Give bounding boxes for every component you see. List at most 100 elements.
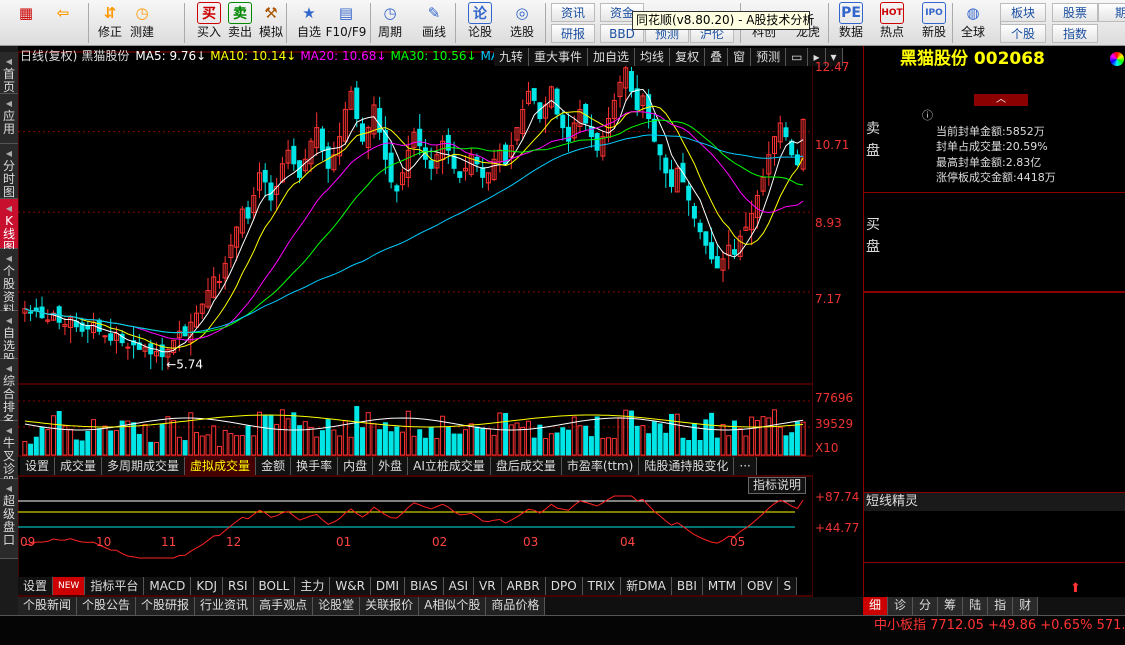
volume-tab[interactable]: 金额 [256, 457, 292, 475]
volume-tab[interactable]: 设置 [20, 457, 56, 475]
indicator-tab[interactable]: BIAS [405, 577, 444, 595]
toolbar-small-button[interactable]: 指数 [1052, 24, 1098, 43]
indicator-tab[interactable]: KDJ [191, 577, 223, 595]
volume-tab[interactable]: 盘后成交量 [490, 457, 562, 475]
toolbar-small-button[interactable]: 研报 [551, 24, 595, 43]
indicator-tab[interactable]: NEW [53, 577, 86, 595]
indicator-tab[interactable]: W&R [330, 577, 371, 595]
left-tab-0[interactable]: ◀ 首页 [0, 52, 18, 94]
left-tab-1[interactable]: ◀ 应用 [0, 94, 18, 144]
toolbar-stock-pick-button[interactable]: ◎ 选股 [504, 2, 540, 44]
short-elf-title[interactable]: 短线精灵 [864, 493, 1125, 511]
left-tab-5[interactable]: ◀自选股 [0, 311, 18, 366]
chart-top-tab[interactable]: 九转 [494, 48, 530, 66]
volume-tab[interactable]: 成交量 [55, 457, 103, 475]
info-tab[interactable]: 行业资讯 [195, 597, 255, 615]
indicator-tab[interactable]: 新DMA [621, 577, 672, 595]
toolbar-small-button[interactable]: 股票 [1052, 3, 1098, 22]
indicator-tab[interactable]: DMI [370, 577, 406, 595]
chart-top-tab[interactable]: 复权 [670, 48, 706, 66]
info-tab[interactable]: 商品价格 [486, 597, 546, 615]
right-panel-tab[interactable]: 财 [1013, 597, 1039, 615]
chart-top-tab[interactable]: 预测 [751, 48, 787, 66]
toolbar-small-button[interactable]: 板块 [1000, 3, 1046, 22]
indicator-tab[interactable]: OBV [741, 577, 779, 595]
volume-tab[interactable]: 市盈率(ttm) [561, 457, 640, 475]
indicator-tab[interactable]: MTM [702, 577, 742, 595]
toolbar-small-button[interactable]: 期 [1098, 3, 1125, 22]
toolbar-small-button[interactable]: 资讯 [551, 3, 595, 22]
toolbar-star-button[interactable]: ★ 自选 [291, 2, 327, 44]
toolbar-cycle-button[interactable]: ◷ 周期 [372, 2, 408, 44]
color-wheel-icon[interactable] [1110, 52, 1124, 66]
chart-top-tab[interactable]: 加自选 [588, 48, 636, 66]
indicator-tab[interactable]: RSI [223, 577, 254, 595]
indicator-tab[interactable]: 设置 [18, 577, 54, 595]
volume-tab[interactable]: 外盘 [373, 457, 409, 475]
right-panel-tab[interactable]: 诊 [888, 597, 914, 615]
volume-tab[interactable]: ··· [734, 457, 757, 475]
index-quote[interactable] [2, 616, 52, 636]
info-tab[interactable]: 个股新闻 [18, 597, 78, 615]
indicator-tab[interactable]: BOLL [253, 577, 296, 595]
left-tab-7[interactable]: ◀牛叉诊股 [0, 421, 18, 489]
index-quote[interactable] [584, 616, 634, 636]
volume-tab[interactable]: AI立桩成交量 [408, 457, 491, 475]
sme-index-quote[interactable]: 中小板指 7712.05 +49.86 +0.65% 571.3亿 [874, 616, 1125, 636]
indicator-tab[interactable]: ARBR [501, 577, 546, 595]
volume-tab[interactable]: 多周期成交量 [102, 457, 186, 475]
right-panel-tab[interactable]: 筹 [938, 597, 964, 615]
lock-icon[interactable]: ▭ [786, 48, 809, 66]
expand-up-icon[interactable]: ︿ [974, 94, 1028, 106]
indicator-tab[interactable]: 主力 [295, 577, 331, 595]
left-tab-6[interactable]: ◀ 综合排名 [0, 359, 18, 427]
indicator-tab[interactable]: VR [474, 577, 502, 595]
toolbar-small-button[interactable]: 个股 [1000, 24, 1046, 43]
info-tab[interactable]: 个股研报 [136, 597, 196, 615]
info-tab[interactable]: A相似个股 [419, 597, 487, 615]
toolbar-pe-button[interactable]: PE 数据 [833, 2, 869, 44]
chart-top-tab[interactable]: 重大事件 [529, 48, 589, 66]
indicator-tab[interactable]: MACD [144, 577, 192, 595]
chart-canvas[interactable]: ← 12.12←5.74091011120102030405 [18, 46, 813, 615]
toolbar-forum-button[interactable]: 论论股 [462, 2, 498, 44]
indicator-tab[interactable]: DPO [545, 577, 583, 595]
chart-top-tab[interactable]: 均线 [635, 48, 671, 66]
toolbar-ipo-button[interactable]: IPO 新股 [916, 2, 952, 44]
left-tab-3[interactable]: ◀ K线图 [0, 199, 18, 254]
info-tab[interactable]: 高手观点 [254, 597, 314, 615]
toolbar-clock-button[interactable]: ◷ 测建 [124, 2, 160, 44]
info-tab[interactable]: 关联报价 [360, 597, 420, 615]
toolbar-grid-button[interactable]: ▦ [8, 2, 44, 44]
right-panel-tab[interactable]: 分 [913, 597, 939, 615]
left-tab-2[interactable]: ◀ 分时图 [0, 144, 18, 199]
left-tab-8[interactable]: ◀ 超级盘口 [0, 479, 18, 559]
volume-tab[interactable]: 换手率 [291, 457, 339, 475]
index-quote[interactable] [294, 616, 344, 636]
info-tab[interactable]: 论股堂 [313, 597, 361, 615]
indicator-tab[interactable]: TRIX [582, 577, 622, 595]
right-panel-tab[interactable]: 陆 [963, 597, 989, 615]
toolbar-hammer-button[interactable]: ⚒ 模拟 [253, 2, 289, 44]
chart-top-tab[interactable]: 叠 [705, 48, 729, 66]
volume-tab[interactable]: 虚拟成交量 [185, 457, 257, 475]
right-panel-tab[interactable]: 细 [863, 597, 889, 615]
indicator-tab[interactable]: BBI [671, 577, 703, 595]
right-panel-tab[interactable]: 指 [988, 597, 1014, 615]
volume-tab[interactable]: 陆股通持股变化 [639, 457, 735, 475]
toolbar-hot-button[interactable]: HOT 热点 [874, 2, 910, 44]
toolbar-globe-button[interactable]: ◍ 全球 [955, 2, 991, 44]
indicator-help-button[interactable]: 指标说明 [748, 477, 806, 494]
toolbar-back-arrow-button[interactable]: ⇦ [45, 2, 81, 44]
chart-top-tab[interactable]: 窗 [728, 48, 752, 66]
left-tab-4[interactable]: ◀ 个股资料 [0, 249, 18, 317]
info-tab[interactable]: 个股公告 [77, 597, 137, 615]
toolbar-f10-button[interactable]: ▤ F10/F9 [326, 2, 367, 44]
toolbar-up-down-arrows-button[interactable]: ⇵ 修正 [92, 2, 128, 44]
kline-chart-area[interactable]: ← 12.12←5.74091011120102030405 日线(复权)黑猫股… [18, 46, 843, 615]
toolbar-pencil-button[interactable]: ✎ 画线 [416, 2, 452, 44]
volume-tab[interactable]: 内盘 [338, 457, 374, 475]
indicator-tab[interactable]: S [778, 577, 798, 595]
indicator-tab[interactable]: ASI [443, 577, 475, 595]
indicator-tab[interactable]: 指标平台 [85, 577, 145, 595]
